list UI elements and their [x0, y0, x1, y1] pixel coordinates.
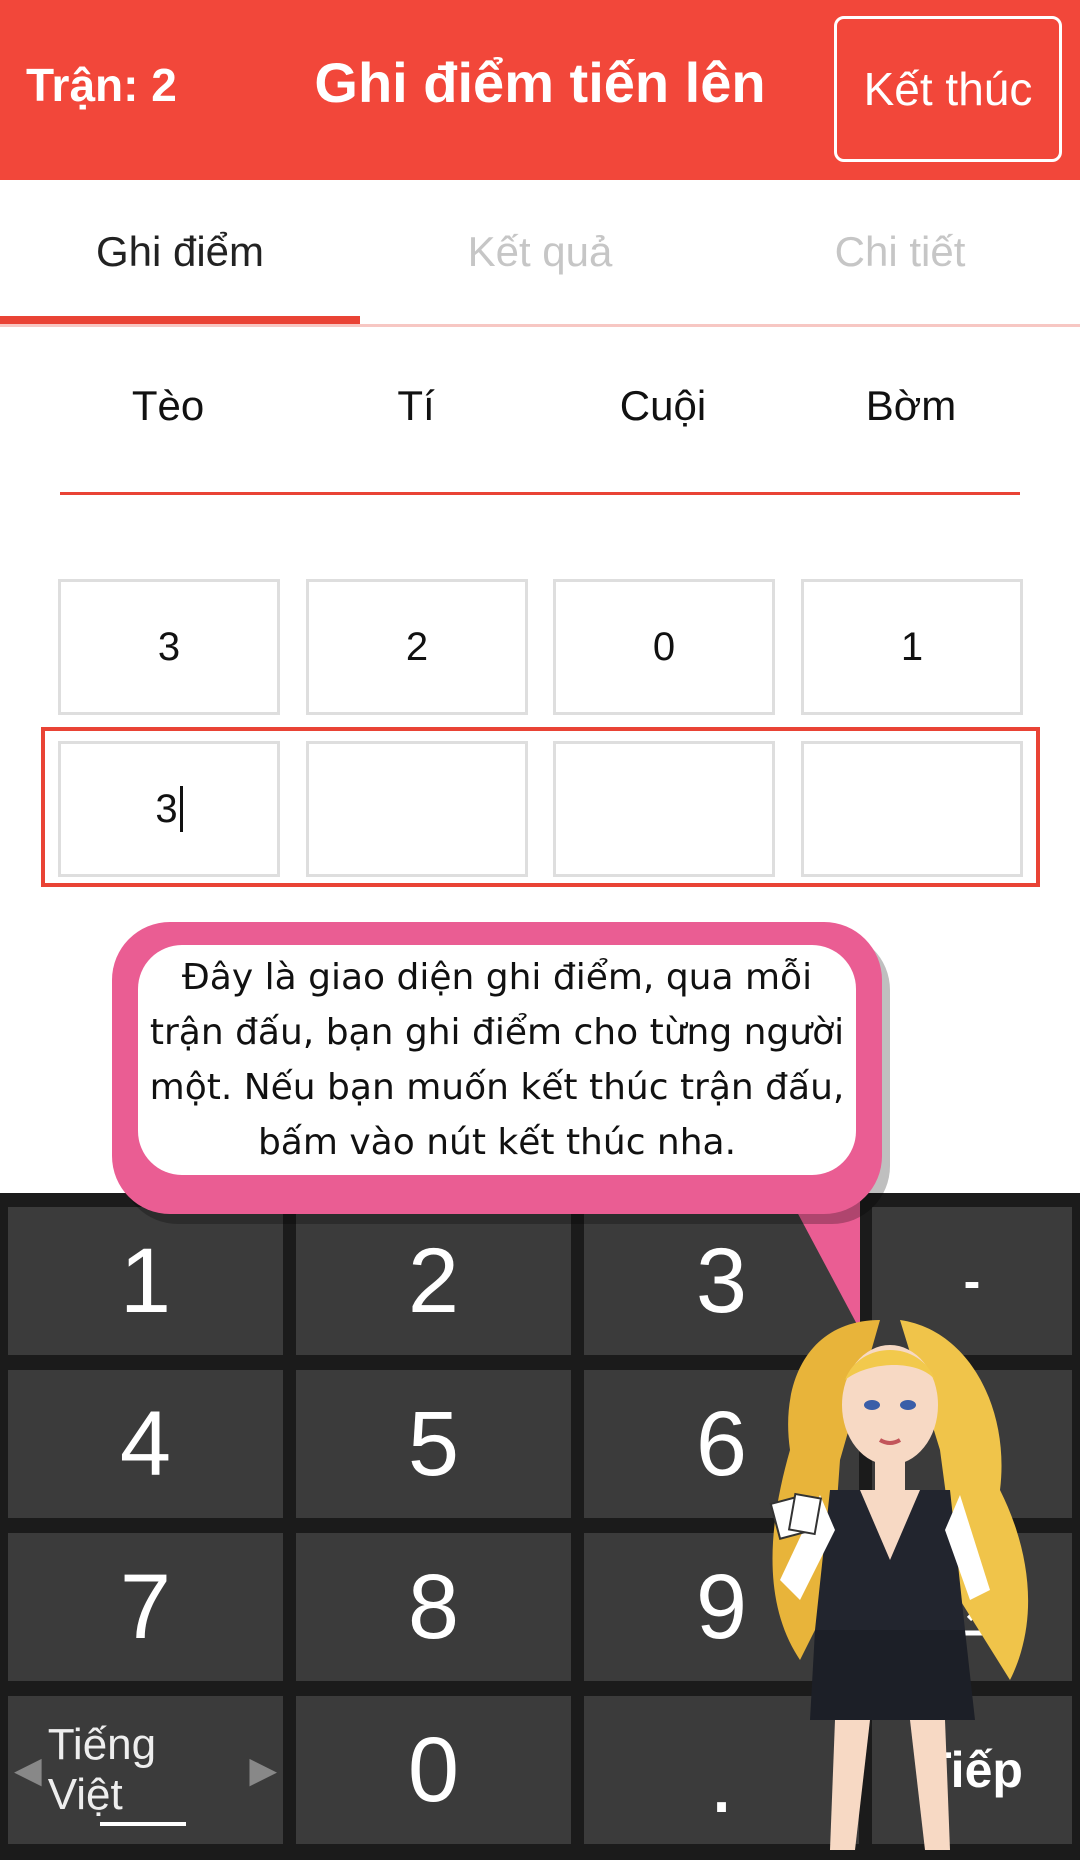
key-5[interactable]: 5 — [296, 1370, 571, 1518]
score-input[interactable] — [553, 741, 775, 877]
tab-bar: Ghi điểm Kết quả Chi tiết — [0, 180, 1080, 327]
tab-results[interactable]: Kết quả — [360, 180, 720, 324]
key-7[interactable]: 7 — [8, 1533, 283, 1681]
key-0[interactable]: 0 — [296, 1696, 571, 1844]
player-name: Tí — [397, 382, 435, 429]
chevron-left-icon: ◀ — [14, 1749, 42, 1790]
key-1[interactable]: 1 — [8, 1207, 283, 1355]
score-input[interactable]: 3 — [58, 741, 280, 877]
app-header: Trận: 2 Ghi điểm tiến lên Kết thúc — [0, 0, 1080, 180]
score-input[interactable] — [306, 741, 528, 877]
key-2[interactable]: 2 — [296, 1207, 571, 1355]
active-tab-indicator — [0, 316, 360, 324]
page-title: Ghi điểm tiến lên — [314, 51, 766, 114]
score-cell[interactable]: 2 — [306, 579, 528, 715]
score-cell[interactable]: 3 — [58, 579, 280, 715]
tab-details[interactable]: Chi tiết — [720, 180, 1080, 324]
key-4[interactable]: 4 — [8, 1370, 283, 1518]
score-input-value: 3 — [155, 786, 178, 831]
score-cell[interactable]: 0 — [553, 579, 775, 715]
player-name: Cuội — [619, 382, 707, 429]
score-cell[interactable]: 1 — [801, 579, 1023, 715]
round-label: Trận: 2 — [26, 59, 177, 111]
player-name: Bờm — [865, 382, 957, 429]
player-name: Tèo — [131, 382, 205, 429]
language-underline — [100, 1822, 186, 1826]
tutorial-text: Đây là giao diện ghi điểm, qua mỗi trận … — [138, 945, 856, 1175]
mascot-illustration — [769, 1320, 1029, 1850]
end-game-button[interactable]: Kết thúc — [834, 16, 1062, 162]
language-label: Tiếng Việt — [47, 1720, 157, 1819]
score-input[interactable] — [801, 741, 1023, 877]
players-divider — [60, 492, 1020, 495]
chevron-right-icon: ▶ — [249, 1749, 278, 1790]
text-caret — [179, 786, 183, 832]
tab-score-entry[interactable]: Ghi điểm — [0, 180, 360, 324]
key-8[interactable]: 8 — [296, 1533, 571, 1681]
